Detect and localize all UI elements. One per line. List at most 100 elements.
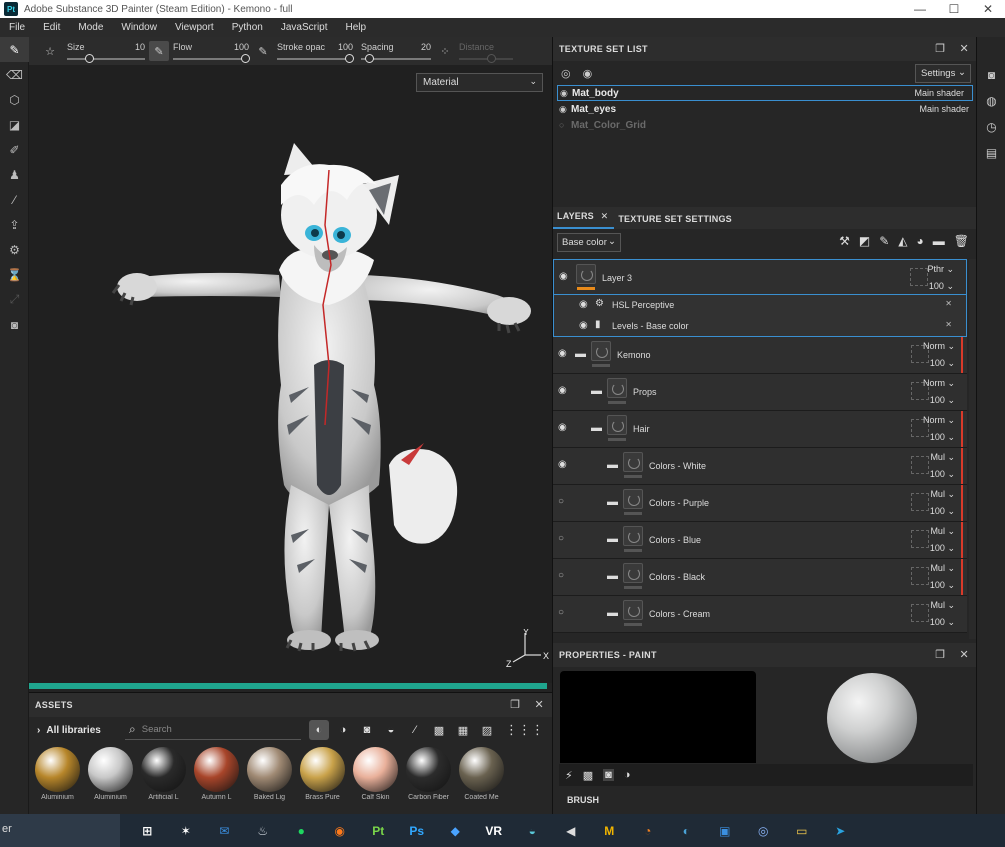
tab-texture-set-settings[interactable]: TEXTURE SET SETTINGS <box>614 214 738 229</box>
layer-name[interactable]: Colors - White <box>649 461 706 471</box>
blend-mode-select[interactable]: Mul ⌄ <box>930 489 955 500</box>
maximize-button[interactable]: ☐ <box>937 2 971 16</box>
asset-thumbnail[interactable]: Aluminium <box>35 747 80 801</box>
taskbar-app-icon[interactable]: M <box>590 814 629 847</box>
taskbar-app-icon[interactable]: Pt <box>359 814 398 847</box>
layer-mask-slot[interactable] <box>910 268 928 286</box>
folder-icon[interactable]: ▬ <box>607 459 618 471</box>
opacity-select[interactable]: 100 ⌄ <box>930 395 955 406</box>
asset-thumbnail[interactable]: Aluminium <box>88 747 133 801</box>
folder-icon[interactable]: ▬ <box>591 422 602 434</box>
texture-set-mat-color-grid[interactable]: ○ Mat_Color_Grid <box>553 117 977 133</box>
opacity-select[interactable]: 100 ⌄ <box>930 358 955 369</box>
layer-effect-row[interactable]: ◉ ⚙ HSL Perceptive ✕ <box>553 295 967 316</box>
stroke-pen-pressure-icon[interactable]: ✎ <box>253 41 273 61</box>
taskbar-search-input[interactable]: er <box>0 814 120 847</box>
folder-icon[interactable]: ▬ <box>591 385 602 397</box>
stroke-opacity-slider[interactable]: Stroke opac 100 <box>273 37 357 65</box>
layer-row[interactable]: ◉ Layer 3 Pthr ⌄ 100 ⌄ <box>553 259 967 295</box>
delete-layer-icon[interactable]: 🗑 <box>954 234 969 248</box>
filter-generators-icon[interactable]: ◒ <box>381 720 401 740</box>
filter-materials-icon[interactable]: ◐ <box>309 720 329 740</box>
close-icon[interactable]: ✕ <box>959 648 969 661</box>
menu-edit[interactable]: Edit <box>34 22 69 33</box>
stroke-opacity-slider-handle[interactable] <box>345 54 354 63</box>
taskbar-app-icon[interactable]: ◆ <box>436 814 475 847</box>
camera-icon[interactable]: ◙ <box>977 62 1005 88</box>
asset-thumbnail[interactable]: Coated Me <box>459 747 504 801</box>
layer-thumbnail[interactable] <box>623 526 643 546</box>
spacing-slider-handle[interactable] <box>365 54 374 63</box>
layer-row[interactable]: ◉ ▬ Colors - White Mul ⌄ 100 ⌄ <box>553 448 967 485</box>
layer-mask-slot[interactable] <box>911 456 929 474</box>
opacity-select[interactable]: 100 ⌄ <box>930 580 955 591</box>
blend-mode-select[interactable]: Norm ⌄ <box>923 341 955 352</box>
opacity-select[interactable]: 100 ⌄ <box>930 506 955 517</box>
3d-viewport[interactable]: Material ⌄ Y X Z <box>29 65 552 683</box>
eye-icon[interactable]: ◉ <box>558 459 567 470</box>
asset-thumbnail[interactable]: Artificial L <box>141 747 186 801</box>
taskbar-app-icon[interactable]: ♨ <box>244 814 283 847</box>
log-icon[interactable]: ▤ <box>977 140 1005 166</box>
layer-row[interactable]: ◉ ▬ Kemono Norm ⌄ 100 ⌄ <box>553 337 967 374</box>
opacity-select[interactable]: 100 ⌄ <box>930 617 955 628</box>
filter-masks-icon[interactable]: ◙ <box>357 720 377 740</box>
layer-name[interactable]: Colors - Blue <box>649 535 701 545</box>
filter-environments-icon[interactable]: ▨ <box>477 720 497 740</box>
taskbar-app-icon[interactable]: ◒ <box>513 814 552 847</box>
brush-alignment-icon[interactable]: ☆ <box>37 41 63 61</box>
eye-icon[interactable]: ◉ <box>559 271 568 282</box>
blend-mode-select[interactable]: Mul ⌄ <box>930 526 955 537</box>
size-slider-handle[interactable] <box>85 54 94 63</box>
layer-thumbnail[interactable] <box>623 489 643 509</box>
blend-mode-select[interactable]: Mul ⌄ <box>930 600 955 611</box>
layer-name[interactable]: Colors - Cream <box>649 609 710 619</box>
close-icon[interactable]: ✕ <box>959 42 969 55</box>
taskbar-app-icon[interactable]: ▭ <box>783 814 822 847</box>
filter-smart-materials-icon[interactable]: ◑ <box>333 720 353 740</box>
eye-closed-icon[interactable]: ○ <box>558 533 564 544</box>
tab-layers[interactable]: LAYERS ✕ <box>553 211 615 229</box>
layer-name[interactable]: Layer 3 <box>602 273 632 283</box>
asset-thumbnail[interactable]: Calf Skin <box>353 747 398 801</box>
layer-name[interactable]: Props <box>633 387 657 397</box>
blend-mode-select[interactable]: Mul ⌄ <box>930 452 955 463</box>
solo-visibility-icon[interactable]: ◎ <box>561 67 571 80</box>
layer-row[interactable]: ○ ▬ Colors - Cream Mul ⌄ 100 ⌄ <box>553 596 967 633</box>
layer-name[interactable]: Hair <box>633 424 650 434</box>
layer-mask-slot[interactable] <box>911 493 929 511</box>
view-grid-icon[interactable]: ⋮⋮⋮ <box>505 722 544 738</box>
lazy-mouse-icon[interactable]: ⁘ <box>435 41 455 61</box>
add-smart-material-icon[interactable]: ◕ <box>917 234 924 248</box>
taskbar-app-icon[interactable]: ● <box>282 814 321 847</box>
taskbar-app-icon[interactable]: Ps <box>398 814 437 847</box>
taskbar-app-icon[interactable]: ✶ <box>167 814 206 847</box>
eye-icon[interactable]: ◉ <box>579 320 588 331</box>
clone-stamp-tool-icon[interactable]: ♟ <box>0 162 29 187</box>
taskbar-app-icon[interactable]: VR <box>475 814 514 847</box>
layer-name[interactable]: Colors - Black <box>649 572 705 582</box>
menu-file[interactable]: File <box>0 22 34 33</box>
opacity-select[interactable]: 100 ⌄ <box>930 469 955 480</box>
eye-closed-icon[interactable]: ○ <box>559 120 571 130</box>
taskbar-app-icon[interactable]: ✉ <box>205 814 244 847</box>
layer-name[interactable]: Kemono <box>617 350 651 360</box>
blend-mode-select[interactable]: Mul ⌄ <box>930 563 955 574</box>
taskbar-app-icon[interactable]: ◎ <box>744 814 783 847</box>
layer-thumbnail[interactable] <box>623 563 643 583</box>
taskbar-app-icon[interactable]: ➤ <box>821 814 860 847</box>
eye-closed-icon[interactable]: ○ <box>558 570 564 581</box>
eye-icon[interactable]: ◉ <box>560 88 572 99</box>
library-selector[interactable]: › All libraries <box>37 725 125 736</box>
asset-thumbnail[interactable]: Brass Pure <box>300 747 345 801</box>
eraser-tool-icon[interactable]: ⌫ <box>0 62 29 87</box>
layer-thumbnail[interactable] <box>576 264 596 284</box>
filter-grid-textures-icon[interactable]: ▦ <box>453 720 473 740</box>
add-paint-layer-icon[interactable]: ✎ <box>879 234 889 248</box>
layer-thumbnail[interactable] <box>623 600 643 620</box>
taskbar-app-icon[interactable]: ◐ <box>667 814 706 847</box>
add-fill-layer-icon[interactable]: ◭ <box>898 234 907 248</box>
layer-thumbnail[interactable] <box>607 378 627 398</box>
minimize-button[interactable]: — <box>903 2 937 16</box>
menu-python[interactable]: Python <box>223 22 272 33</box>
